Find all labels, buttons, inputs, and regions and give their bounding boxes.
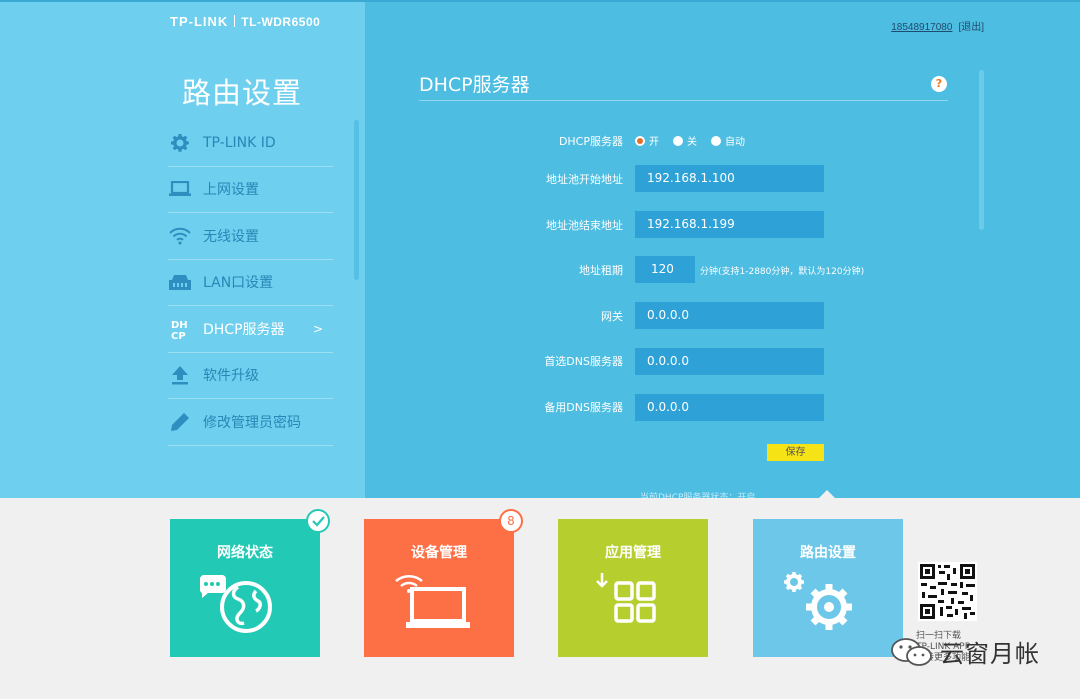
dhcp-mode-radio-group: 开 关 自动 [635, 133, 759, 148]
tile-label: 网络状态 [217, 545, 273, 561]
sidebar-item-password[interactable]: 修改管理员密码 [168, 399, 333, 446]
active-tile-pointer [818, 490, 836, 499]
help-icon[interactable]: ? [931, 76, 947, 92]
radio-on-dot [635, 135, 645, 146]
tile-label: 设备管理 [411, 545, 467, 561]
lease-input[interactable]: 120 [635, 256, 695, 283]
status-ok-badge [306, 509, 330, 533]
gear-icon [168, 131, 192, 155]
lease-hint: 分钟(支持1-2880分钟，默认为120分钟) [700, 267, 865, 277]
gateway-input[interactable]: 0.0.0.0 [635, 302, 824, 329]
save-button[interactable]: 保存 [767, 444, 824, 461]
pencil-icon [168, 410, 192, 434]
gears-icon [784, 572, 852, 630]
sidebar-item-label: 软件升级 [203, 368, 259, 385]
user-area: 18548917080 [退出] [891, 18, 984, 33]
sidebar-menu: TP-LINK ID 上网设置 无线设置 LAN口设置 DH CP DHCP服务器… [168, 120, 333, 446]
radio-auto-label: 自动 [725, 137, 745, 148]
dhcp-server-label: DHCP服务器 [558, 135, 623, 148]
top-border [0, 0, 1080, 2]
sidebar-item-label: 无线设置 [203, 228, 259, 245]
pool-end-input[interactable]: 192.168.1.199 [635, 211, 824, 238]
radio-on-label: 开 [649, 137, 659, 148]
account-phone-link[interactable]: 18548917080 [891, 22, 952, 33]
sidebar-item-upgrade[interactable]: 软件升级 [168, 353, 333, 399]
tile-app-management[interactable]: 应用管理 [558, 519, 708, 657]
tile-device-management[interactable]: 设备管理 [364, 519, 514, 657]
sidebar-scrollbar[interactable] [354, 120, 359, 280]
sidebar-item-internet[interactable]: 上网设置 [168, 167, 333, 213]
device-count-badge: 8 [499, 509, 523, 533]
dns2-label: 备用DNS服务器 [544, 401, 623, 414]
dns1-input[interactable]: 0.0.0.0 [635, 348, 824, 375]
app-qr-code [918, 562, 977, 621]
logout-link[interactable]: [退出] [958, 22, 984, 33]
wifi-icon [168, 224, 192, 248]
tile-label: 路由设置 [800, 545, 856, 561]
sidebar-item-label: 修改管理员密码 [203, 414, 301, 431]
dhcp-status-text: 当前DHCP服务器状态：开启 [640, 493, 756, 498]
tile-network-status[interactable]: 网络状态 [170, 519, 320, 657]
tile-label: 应用管理 [605, 545, 661, 561]
sidebar-title: 路由设置 [182, 76, 303, 110]
sidebar-item-label: LAN口设置 [203, 275, 274, 292]
svg-text:DH: DH [171, 320, 188, 331]
sidebar-item-label: 上网设置 [203, 182, 259, 199]
chevron-right-icon: > [312, 321, 323, 336]
tile-router-settings[interactable]: 路由设置 [753, 519, 903, 657]
sidebar-item-tplink-id[interactable]: TP-LINK ID [168, 120, 333, 167]
radio-on[interactable]: 开 [635, 133, 659, 148]
apps-grid-icon [596, 573, 656, 623]
radio-off-dot [673, 135, 683, 146]
sidebar-item-dhcp[interactable]: DH CP DHCP服务器 > [168, 306, 333, 353]
sidebar-item-wireless[interactable]: 无线设置 [168, 213, 333, 260]
title-divider [419, 100, 948, 101]
sidebar-item-label: DHCP服务器 [203, 321, 285, 338]
lan-port-icon [168, 270, 192, 294]
laptop-icon [168, 177, 192, 201]
wechat-icon [891, 637, 932, 666]
pool-start-input[interactable]: 192.168.1.100 [635, 165, 824, 192]
watermark-text: 云窗月帐 [940, 640, 1040, 668]
content-scrollbar[interactable] [979, 70, 984, 230]
radio-auto[interactable]: 自动 [711, 133, 745, 148]
lease-label: 地址租期 [579, 264, 623, 277]
upload-icon [168, 363, 192, 387]
brand-name: TP-LINK [170, 14, 229, 29]
globe-icon [199, 575, 272, 633]
laptop-wifi-icon [395, 574, 470, 628]
radio-off-label: 关 [687, 137, 697, 148]
dns1-label: 首选DNS服务器 [544, 355, 623, 368]
watermark: 云窗月帐 [890, 634, 1040, 669]
page-title: DHCP服务器 [419, 74, 530, 96]
sidebar-item-lan[interactable]: LAN口设置 [168, 260, 333, 306]
pool-start-label: 地址池开始地址 [546, 173, 623, 186]
pool-end-label: 地址池结束地址 [546, 219, 623, 232]
brand-logo: TP-LINK TL-WDR6500 [170, 14, 320, 29]
model-name: TL-WDR6500 [241, 15, 321, 29]
dhcp-icon: DH CP [168, 317, 192, 341]
check-icon [312, 516, 325, 527]
sidebar-item-label: TP-LINK ID [203, 134, 276, 151]
radio-auto-dot [711, 135, 721, 146]
dns2-input[interactable]: 0.0.0.0 [635, 394, 824, 421]
brand-separator [234, 15, 236, 27]
radio-off[interactable]: 关 [673, 133, 697, 148]
gateway-label: 网关 [601, 310, 623, 323]
svg-text:CP: CP [171, 331, 186, 340]
